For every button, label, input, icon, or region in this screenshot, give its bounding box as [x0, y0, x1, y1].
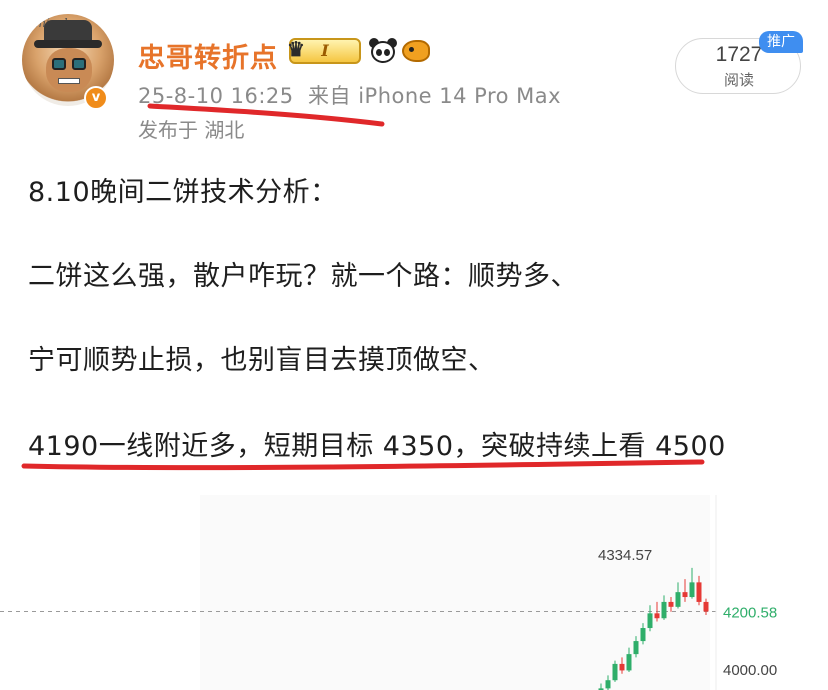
candle-body — [633, 641, 639, 655]
post-line-2: 二饼这么强，散户咋玩？就一个路：顺势多、 — [28, 261, 578, 292]
candle-body — [675, 592, 681, 607]
panda-eye-right — [384, 49, 390, 56]
candle-body — [682, 592, 688, 598]
post-source: 来自 iPhone 14 Pro Max — [308, 84, 562, 108]
candle-body — [668, 601, 674, 607]
candle-body — [626, 654, 632, 671]
pufferfish-icon[interactable] — [402, 40, 430, 62]
candle-body — [654, 613, 660, 619]
level-badge[interactable]: ♛ I — [287, 37, 361, 64]
high-price-label: 4334.57 — [598, 547, 652, 564]
avatar-glass-right — [72, 58, 86, 70]
read-count-label: 阅读 — [723, 71, 754, 89]
post-line-1: 8.10晚间二饼技术分析： — [28, 177, 338, 208]
post-meta: 25-8-10 16:25 来自 iPhone 14 Pro Max — [138, 80, 561, 110]
price-chart-svg: 4334.57 4200.58 4000.00 — [0, 495, 777, 690]
username[interactable]: 忠哥转折点 — [138, 36, 278, 75]
candle-body — [703, 601, 709, 612]
candle-body — [647, 613, 653, 629]
avatar-teeth — [58, 78, 80, 84]
panda-head — [371, 41, 395, 63]
promo-badge[interactable]: 推广 — [759, 31, 803, 53]
candle-body — [605, 680, 611, 689]
candle-body — [619, 663, 625, 671]
panda-icon[interactable] — [368, 36, 398, 66]
post-location: 发布于 湖北 — [138, 118, 245, 142]
panda-eye-left — [376, 49, 382, 56]
verified-icon: v — [84, 86, 108, 110]
avatar-face — [46, 48, 92, 92]
post-line-4: 4190一线附近多，短期目标 4350，突破持续上看 4500 — [28, 431, 726, 462]
chart-panel — [200, 495, 710, 690]
candle-body — [689, 582, 695, 598]
avatar-hat — [44, 20, 92, 42]
crown-icon: ♛ — [287, 37, 305, 61]
candle-body — [640, 628, 646, 642]
post-line-3: 宁可顺势止损，也别盲目去摸顶做空、 — [28, 345, 496, 376]
current-price-label: 4200.58 — [723, 605, 777, 622]
avatar-hat-brim — [34, 40, 102, 48]
candle-body — [612, 663, 618, 681]
avatar-glass-left — [52, 58, 66, 70]
post-timestamp: 25-8-10 16:25 — [138, 84, 294, 108]
axis-tick-label: 4000.00 — [723, 662, 777, 679]
candle-body — [661, 601, 667, 619]
price-chart[interactable]: 4334.57 4200.58 4000.00 — [0, 495, 828, 690]
level-badge-label: I — [321, 41, 329, 60]
candle-body — [696, 582, 702, 602]
